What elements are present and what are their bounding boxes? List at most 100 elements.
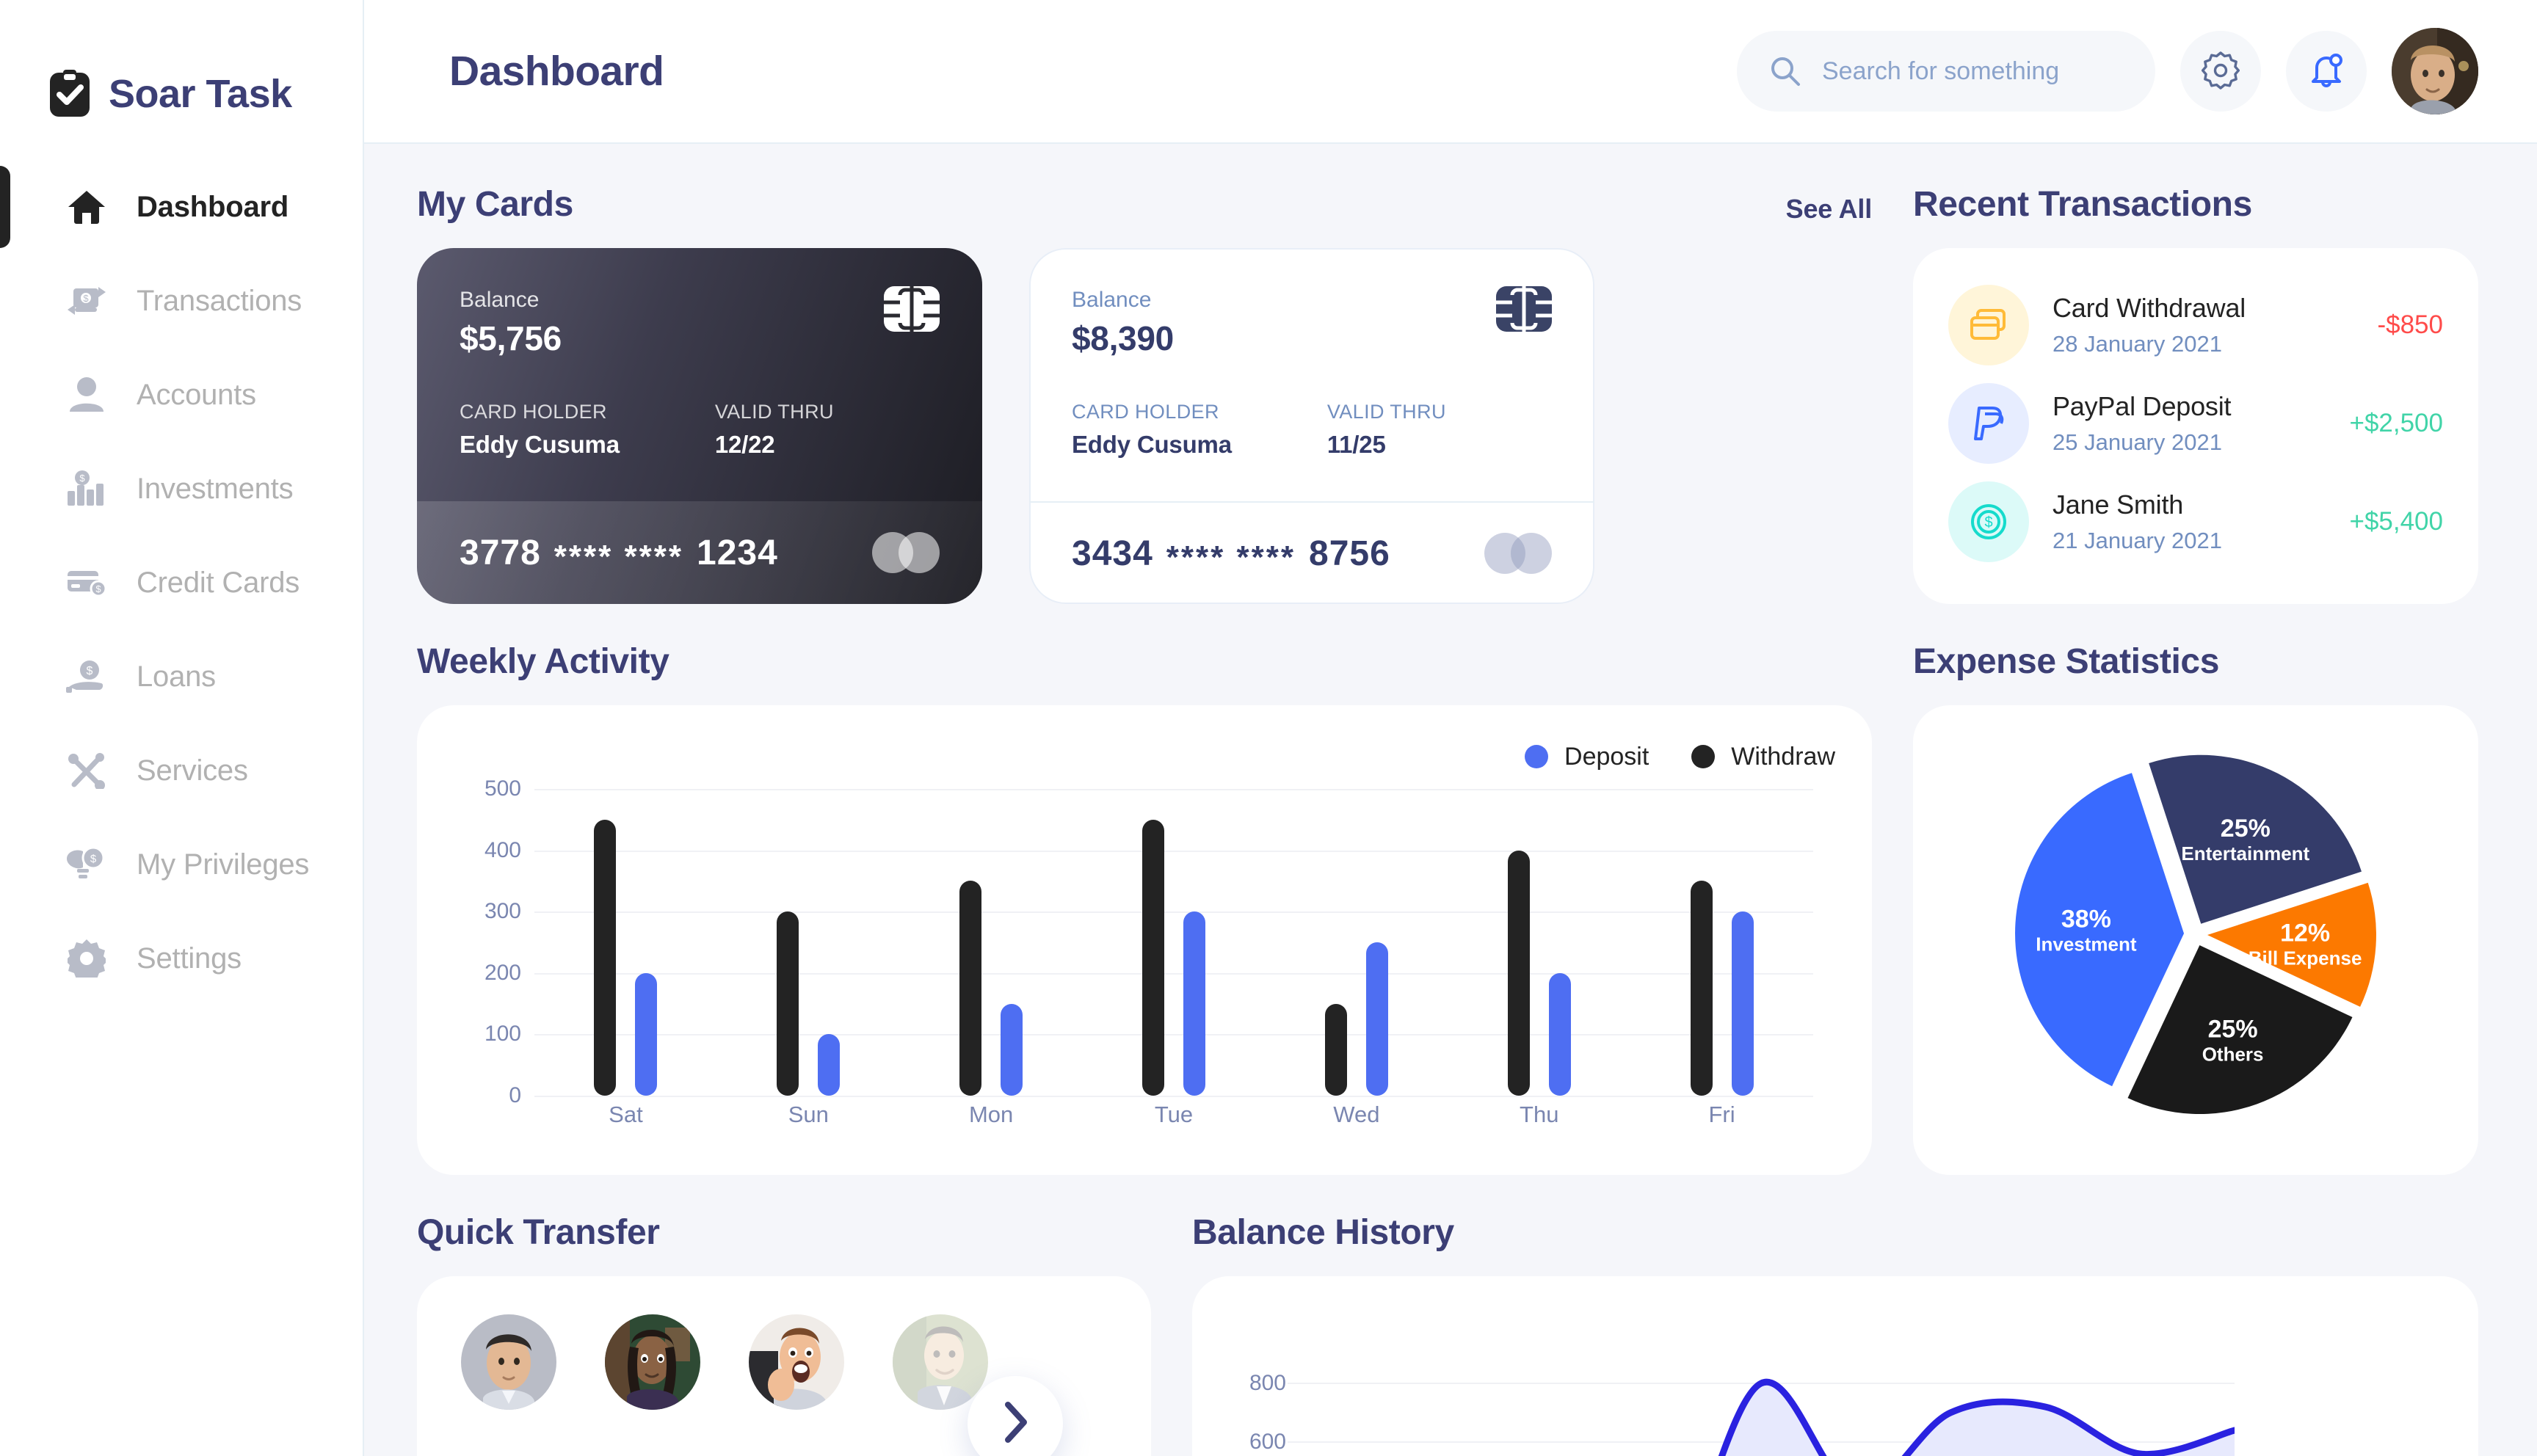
transaction-row[interactable]: $ Jane Smith 21 January 2021 +$5,400 [1948, 473, 2443, 571]
y-axis-tick: 200 [484, 960, 521, 985]
sidebar-item-loans[interactable]: $ Loans [0, 630, 363, 724]
sidebar-item-accounts[interactable]: Accounts [0, 348, 363, 442]
y-axis: 600 800 [1219, 1310, 1286, 1456]
sidebar-item-settings[interactable]: Settings [0, 911, 363, 1005]
x-axis-tick: Tue [1154, 1102, 1194, 1127]
avatar [605, 1314, 700, 1410]
transaction-name: Card Withdrawal [2053, 293, 2246, 323]
legend-item-withdraw: Withdraw [1691, 743, 1835, 771]
home-icon [65, 185, 109, 229]
x-axis-tick: Fri [1708, 1102, 1735, 1127]
transaction-info: Card Withdrawal 28 January 2021 [2053, 293, 2353, 357]
transaction-amount: +$5,400 [2349, 507, 2444, 536]
sidebar-item-credit-cards[interactable]: $ Credit Cards [0, 536, 363, 630]
pie-slice-percent: 25% [2221, 815, 2271, 842]
sidebar-item-services[interactable]: Services [0, 724, 363, 818]
card-holder-label: CARD HOLDER [1072, 401, 1219, 423]
expense-statistics-header: Expense Statistics [1913, 636, 2478, 682]
transaction-date: 21 January 2021 [2053, 528, 2222, 553]
valid-thru-label: VALID THRU [714, 401, 834, 423]
see-all-link[interactable]: See All [1786, 194, 1873, 225]
card-top: Balance $5,756 [417, 248, 982, 358]
pie-slice-label: Bill Expense [2249, 947, 2362, 969]
svg-text:$: $ [90, 853, 97, 865]
valid-thru-label: VALID THRU [1326, 401, 1446, 423]
search-box[interactable] [1737, 31, 2155, 112]
contact-3[interactable] [749, 1314, 844, 1410]
area-chart-svg [1288, 1378, 2235, 1456]
sidebar-item-my-privileges[interactable]: $ My Privileges [0, 818, 363, 911]
pie-slice-percent: 25% [2208, 1016, 2258, 1044]
bar-group [1448, 789, 1630, 1096]
card-number-suffix: 1234 [697, 533, 778, 572]
balance-value: $8,390 [1072, 319, 1174, 357]
sidebar-item-transactions[interactable]: $ Transactions [0, 254, 363, 348]
section-title: Balance History [1192, 1213, 1454, 1252]
svg-text:$: $ [87, 665, 93, 677]
weekly-activity-section: Weekly Activity Deposit Withdraw 0 100 2… [417, 636, 1872, 1175]
search-icon [1769, 55, 1801, 87]
brand-logo[interactable]: Soar Task [0, 0, 363, 144]
bar-group [900, 789, 1083, 1096]
quick-transfer-contacts [461, 1314, 1107, 1456]
top-bar: Dashboard [364, 0, 2537, 144]
hand-coin-icon: $ [65, 655, 109, 699]
pie-slice-percent: 12% [2280, 919, 2330, 947]
section-title: Quick Transfer [417, 1213, 660, 1252]
bar-withdraw [594, 819, 617, 1096]
y-axis-tick: 800 [1249, 1371, 1286, 1395]
transaction-row[interactable]: Card Withdrawal 28 January 2021 -$850 [1948, 276, 2443, 374]
dashboard-content: My Cards See All Balance $5,756 CARD HOL… [364, 144, 2537, 1456]
contact-4[interactable] [893, 1314, 988, 1410]
legend-item-deposit: Deposit [1525, 743, 1649, 771]
sidebar-item-dashboard[interactable]: Dashboard [0, 160, 363, 254]
settings-button[interactable] [2180, 31, 2261, 112]
expense-statistics-chart: 25% Entertainment 12% Bill Expense 25% Others… [1913, 705, 2478, 1175]
y-axis-tick: 0 [509, 1083, 521, 1107]
x-axis-tick: Thu [1520, 1102, 1559, 1127]
bar-withdraw [777, 911, 799, 1096]
notifications-button[interactable] [2286, 31, 2367, 112]
bar-groups [534, 789, 1813, 1096]
y-axis-tick: 300 [484, 899, 521, 924]
sidebar-item-label: Accounts [137, 378, 256, 411]
avatar [749, 1314, 844, 1410]
balance-label: Balance [1072, 288, 1152, 312]
bar-deposit [1365, 942, 1388, 1096]
transfer-icon: $ [65, 279, 109, 323]
bar-deposit [818, 1034, 841, 1096]
contact-1[interactable] [461, 1314, 556, 1410]
x-axis-tick: Mon [968, 1102, 1014, 1127]
x-axis-tick: Sun [788, 1102, 829, 1127]
credit-card-icon: $ [65, 561, 109, 605]
search-input[interactable] [1822, 57, 2116, 86]
card-valid-block: VALID THRU 11/25 [1327, 401, 1446, 459]
transaction-row[interactable]: PayPal Deposit 25 January 2021 +$2,500 [1948, 374, 2443, 473]
bar-group [717, 789, 900, 1096]
balance-history-header: Balance History [1192, 1207, 2478, 1253]
bar-group [1265, 789, 1448, 1096]
transaction-name: PayPal Deposit [2053, 391, 2232, 421]
balance-value: $5,756 [460, 319, 562, 357]
credit-card-light[interactable]: Balance $8,390 CARD HOLDER Eddy Cusuma V… [1029, 248, 1594, 604]
avatar[interactable] [2392, 28, 2478, 114]
bar-deposit [635, 972, 658, 1096]
tools-icon [65, 749, 109, 793]
credit-card-dark[interactable]: Balance $5,756 CARD HOLDER Eddy Cusuma V… [417, 248, 982, 604]
card-holder-value: Eddy Cusuma [1072, 431, 1232, 458]
card-valid-block: VALID THRU 12/22 [715, 401, 834, 459]
legend-dot-deposit [1525, 745, 1549, 768]
legend-dot-withdraw [1691, 745, 1716, 768]
svg-text:$: $ [79, 473, 85, 484]
contact-2[interactable] [605, 1314, 700, 1410]
sidebar-item-investments[interactable]: $ Investments [0, 442, 363, 536]
avatar [893, 1314, 988, 1410]
bar-deposit [1183, 911, 1205, 1096]
chevron-right-icon [1001, 1400, 1030, 1448]
bar-group [1083, 789, 1266, 1096]
bell-icon [2308, 51, 2345, 92]
transaction-info: PayPal Deposit 25 January 2021 [2053, 391, 2326, 456]
card-number-strip: 3434 **** **** 8756 [1029, 501, 1594, 604]
svg-text:$: $ [83, 293, 89, 304]
transaction-amount: -$850 [2377, 310, 2443, 339]
